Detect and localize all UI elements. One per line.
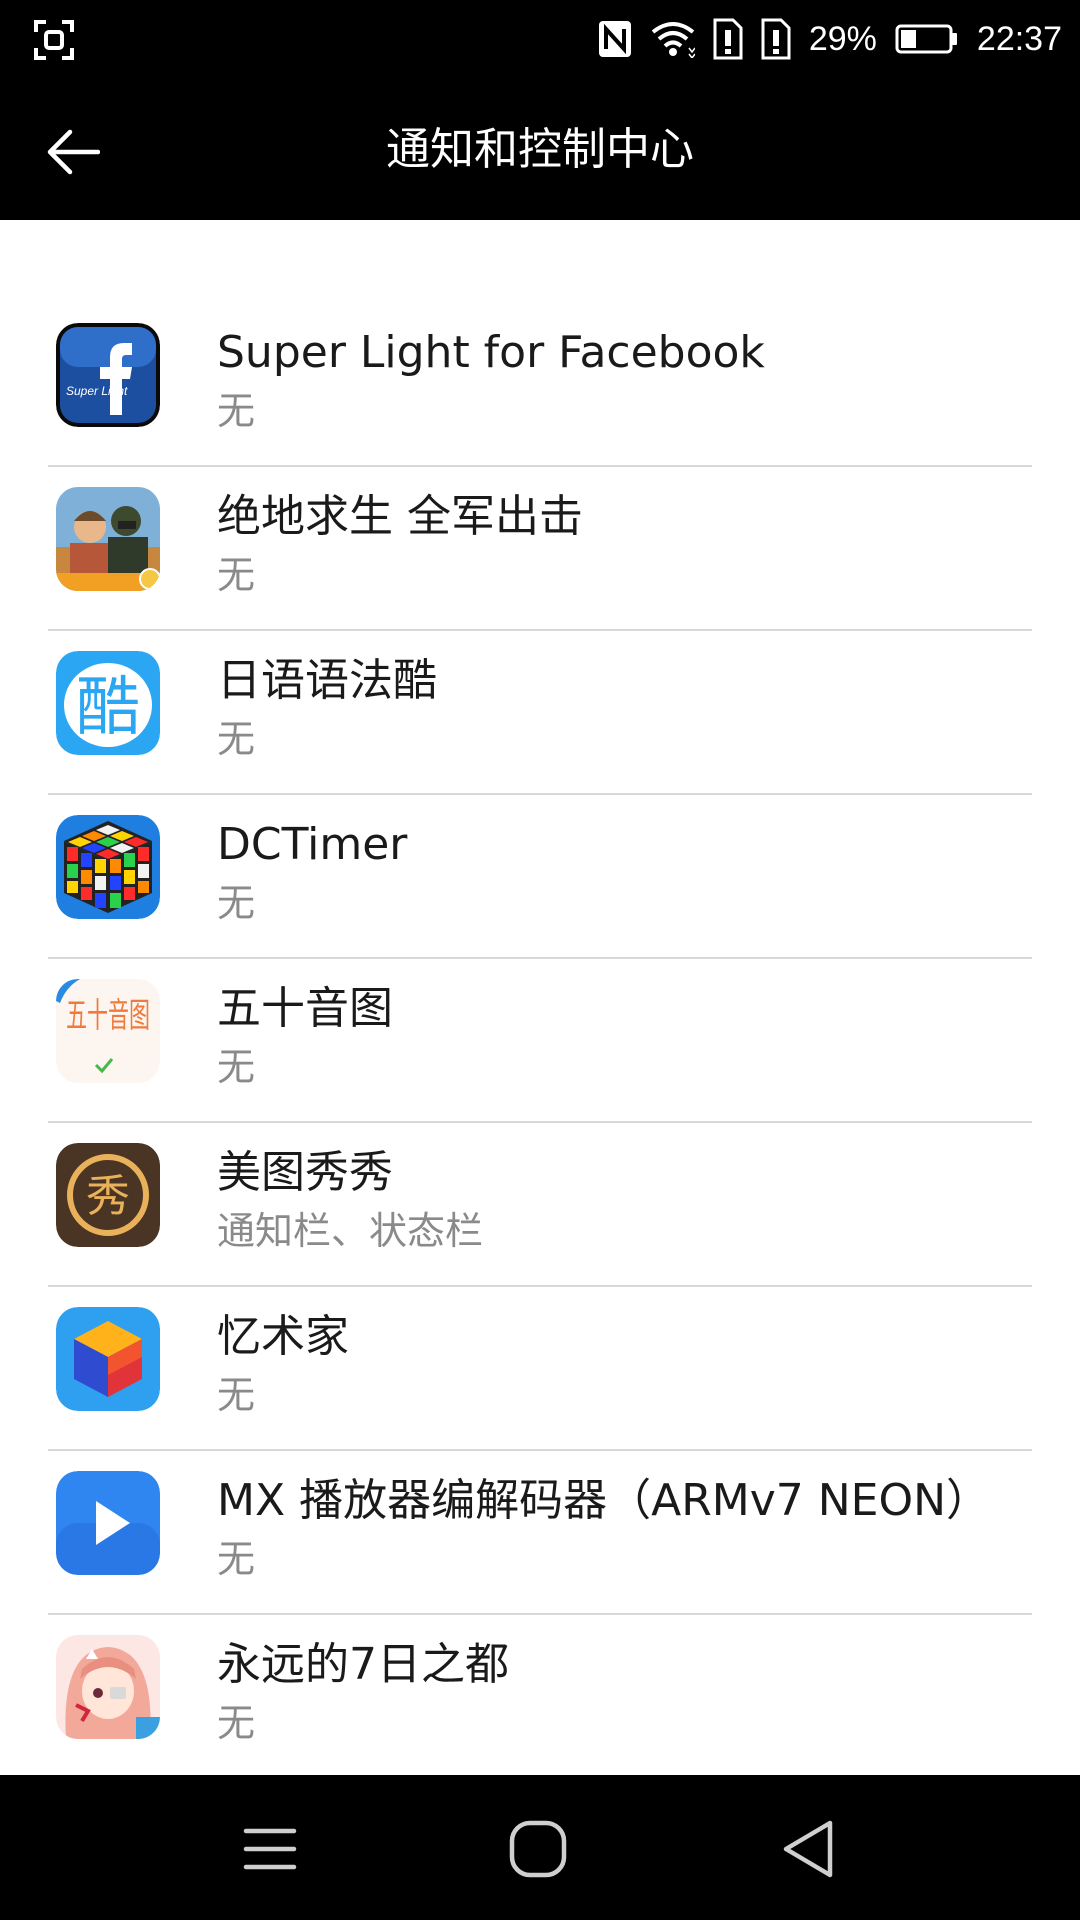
home-button[interactable] <box>490 1801 586 1897</box>
clock: 22:37 <box>976 19 1062 58</box>
app-name: 永远的7日之都 <box>217 1639 509 1690</box>
app-notification-status: 无 <box>217 553 256 597</box>
meitu-icon: 秀 <box>56 1143 160 1247</box>
menu-button[interactable] <box>222 1801 318 1897</box>
app-notification-status: 无 <box>217 1537 256 1581</box>
back-triangle-icon <box>783 1820 833 1878</box>
list-item[interactable]: 秀 美图秀秀 通知栏、状态栏 <box>0 1123 1080 1287</box>
svg-text:Super Light: Super Light <box>66 384 128 398</box>
screenshot-icon <box>34 20 74 60</box>
app-bar: 通知和控制中心 <box>0 78 1080 220</box>
list-item[interactable]: 绝地求生 全军出击 无 <box>0 467 1080 631</box>
list-item[interactable]: 酷 日语语法酷 无 <box>0 631 1080 795</box>
navigation-bar <box>0 1775 1080 1920</box>
page-title: 通知和控制中心 <box>386 124 694 175</box>
app-notification-status: 无 <box>217 1373 256 1417</box>
list-item[interactable]: 忆术家 无 <box>0 1287 1080 1451</box>
app-name: 美图秀秀 <box>217 1147 393 1198</box>
app-notification-status: 无 <box>217 881 256 925</box>
battery-percent: 29% <box>808 19 877 58</box>
gojuon-icon: 五十音图 <box>56 979 160 1083</box>
app-name: 绝地求生 全军出击 <box>217 491 583 542</box>
app-name: 忆术家 <box>217 1311 349 1362</box>
app-name: Super Light for Facebook <box>217 327 765 378</box>
menu-icon <box>243 1828 297 1870</box>
japanese-grammar-icon: 酷 <box>56 651 160 755</box>
yishujia-cube-icon <box>56 1307 160 1411</box>
app-name: 日语语法酷 <box>217 655 437 706</box>
app-name: 五十音图 <box>217 983 393 1034</box>
rubiks-cube-icon <box>56 815 160 919</box>
nfc-icon <box>597 19 633 59</box>
app-name: MX 播放器编解码器（ARMv7 NEON） <box>217 1475 991 1526</box>
pubg-icon <box>56 487 160 591</box>
svg-text:秀: 秀 <box>86 1171 130 1222</box>
svg-text:五十音图: 五十音图 <box>66 996 150 1036</box>
status-bar: 29% 22:37 <box>0 0 1080 78</box>
app-list-container[interactable]: Super Light Super Light for Facebook 无 绝… <box>0 220 1080 1775</box>
wifi-icon <box>651 20 695 58</box>
super-light-facebook-icon: Super Light <box>56 323 160 427</box>
list-item[interactable]: DCTimer 无 <box>0 795 1080 959</box>
home-icon <box>509 1820 567 1878</box>
sim-alert-icon <box>713 18 743 60</box>
anime-girl-icon <box>56 1635 160 1739</box>
back-nav-button[interactable] <box>760 1801 856 1897</box>
app-notification-status: 无 <box>217 1701 256 1745</box>
app-notification-status: 无 <box>217 389 256 433</box>
app-list: Super Light Super Light for Facebook 无 绝… <box>0 303 1080 1775</box>
mx-player-icon <box>56 1471 160 1575</box>
app-name: DCTimer <box>217 819 408 870</box>
list-item[interactable]: MX 播放器编解码器（ARMv7 NEON） 无 <box>0 1451 1080 1615</box>
app-notification-status: 无 <box>217 1045 256 1089</box>
list-item[interactable]: 永远的7日之都 无 <box>0 1615 1080 1775</box>
app-notification-status: 无 <box>217 717 256 761</box>
sim-alert-icon <box>761 18 791 60</box>
battery-icon <box>895 24 959 54</box>
svg-text:酷: 酷 <box>76 671 140 745</box>
list-item[interactable]: Super Light Super Light for Facebook 无 <box>0 303 1080 467</box>
app-notification-status: 通知栏、状态栏 <box>217 1209 484 1253</box>
list-item[interactable]: 五十音图 五十音图 无 <box>0 959 1080 1123</box>
